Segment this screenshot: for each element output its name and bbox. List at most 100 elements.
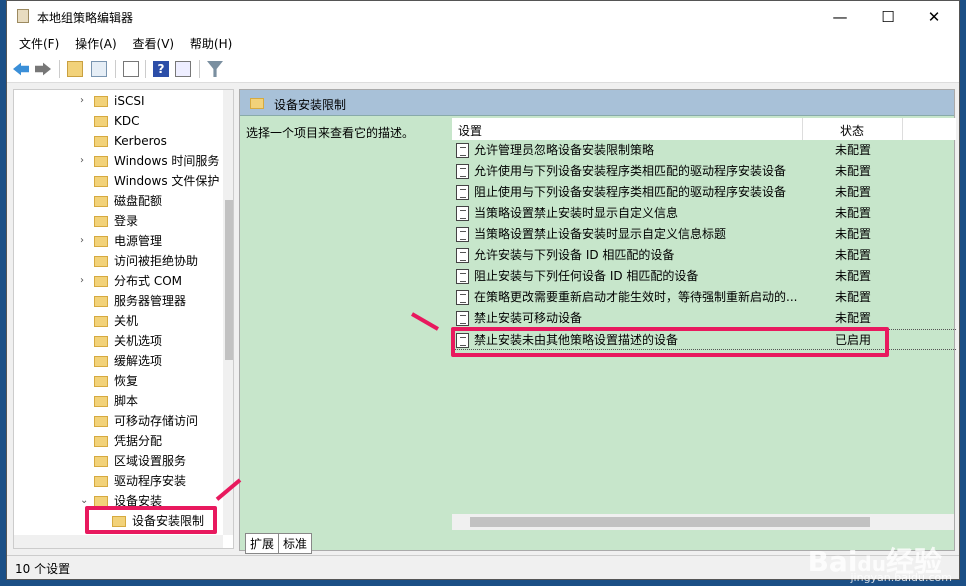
tree-item[interactable]: 访问被拒绝协助	[80, 251, 223, 271]
tree-item[interactable]: KDC	[80, 111, 223, 131]
policy-setting-icon	[456, 248, 469, 263]
setting-name: 允许管理员忽略设备安装限制策略	[474, 143, 655, 157]
folder-icon	[94, 376, 108, 387]
tree-item[interactable]: 脚本	[80, 391, 223, 411]
setting-state: 未配置	[835, 269, 872, 283]
policy-setting-icon	[456, 164, 469, 179]
menu-file[interactable]: 文件(F)	[19, 33, 59, 55]
tree-item-label: 关机	[114, 314, 139, 328]
tab-extended[interactable]: 扩展	[245, 533, 280, 554]
setting-state: 未配置	[835, 164, 872, 178]
forward-icon[interactable]	[35, 62, 51, 76]
folder-icon	[94, 356, 108, 367]
chevron-right-icon[interactable]: ›	[80, 91, 90, 111]
window: 本地组策略编辑器 — ☐ ✕ 文件(F) 操作(A) 查看(V) 帮助(H) ?…	[6, 0, 960, 580]
tab-standard[interactable]: 标准	[278, 533, 313, 554]
folder-icon	[250, 98, 264, 109]
setting-name: 当策略设置禁止安装时显示自定义信息	[474, 206, 679, 220]
tree-item-label: 区域设置服务	[114, 454, 187, 468]
setting-name: 允许使用与下列设备安装程序类相匹配的驱动程序安装设备	[474, 164, 787, 178]
menu-bar: 文件(F) 操作(A) 查看(V) 帮助(H)	[7, 33, 959, 55]
tree-item[interactable]: Windows 文件保护	[80, 171, 223, 191]
list-item[interactable]: 允许管理员忽略设备安装限制策略 未配置	[452, 140, 956, 161]
tree-item-label: 访问被拒绝协助	[114, 254, 199, 268]
tree-item[interactable]: 服务器管理器	[80, 291, 223, 311]
up-folder-icon[interactable]	[67, 61, 83, 77]
pane-header: 设备安装限制	[240, 90, 954, 116]
list-horizontal-scrollbar[interactable]	[452, 514, 954, 530]
setting-name: 当策略设置禁止设备安装时显示自定义信息标题	[474, 227, 727, 241]
close-button[interactable]: ✕	[911, 5, 957, 29]
highlight-box-selected-setting	[451, 327, 889, 357]
list-item[interactable]: 在策略更改需要重新启动才能生效时，等待强制重新启动的... 未配置	[452, 287, 956, 308]
tree-item[interactable]: 恢复	[80, 371, 223, 391]
tree-item[interactable]: 驱动程序安装	[80, 471, 223, 491]
tree-item[interactable]: 可移动存储访问	[80, 411, 223, 431]
tree-item-label: 分布式 COM	[114, 274, 182, 288]
export-list-icon[interactable]	[123, 61, 139, 77]
column-state[interactable]: 状态	[840, 122, 864, 139]
list-item[interactable]: 允许使用与下列设备安装程序类相匹配的驱动程序安装设备 未配置	[452, 161, 956, 182]
folder-icon	[94, 476, 108, 487]
tree-item[interactable]: › 电源管理	[80, 231, 223, 251]
tree-item[interactable]: › iSCSI	[80, 91, 223, 111]
list-item[interactable]: 阻止使用与下列设备安装程序类相匹配的驱动程序安装设备 未配置	[452, 182, 956, 203]
setting-state: 未配置	[835, 206, 872, 220]
tree-item-label: 凭据分配	[114, 434, 163, 448]
tree-item[interactable]: 区域设置服务	[80, 451, 223, 471]
list-item[interactable]: 当策略设置禁止设备安装时显示自定义信息标题 未配置	[452, 224, 956, 245]
list-item[interactable]: 当策略设置禁止安装时显示自定义信息 未配置	[452, 203, 956, 224]
chevron-right-icon[interactable]: ›	[80, 271, 90, 291]
chevron-right-icon[interactable]: ›	[80, 151, 90, 171]
tree-item[interactable]: 登录	[80, 211, 223, 231]
gpedit-app-icon	[17, 9, 29, 23]
tree-item-label: 电源管理	[114, 234, 163, 248]
show-action-pane-icon[interactable]	[175, 61, 191, 77]
tree-item[interactable]: Kerberos	[80, 131, 223, 151]
policy-setting-icon	[456, 311, 469, 326]
tree-item-label: 关机选项	[114, 334, 163, 348]
column-setting[interactable]: 设置	[458, 122, 482, 139]
policy-setting-icon	[456, 227, 469, 242]
menu-help[interactable]: 帮助(H)	[190, 33, 232, 55]
folder-icon	[94, 96, 108, 107]
tree-item-label: 缓解选项	[114, 354, 163, 368]
policy-setting-icon	[456, 290, 469, 305]
filter-icon[interactable]	[207, 61, 223, 77]
policy-setting-icon	[456, 269, 469, 284]
menu-action[interactable]: 操作(A)	[75, 33, 117, 55]
folder-icon	[94, 216, 108, 227]
tree-horizontal-scrollbar[interactable]	[14, 535, 223, 548]
tree-vertical-scrollbar[interactable]	[223, 90, 233, 535]
tree-item[interactable]: 凭据分配	[80, 431, 223, 451]
setting-state: 未配置	[835, 311, 872, 325]
tree-item[interactable]: 关机	[80, 311, 223, 331]
folder-icon	[94, 116, 108, 127]
tree-item[interactable]: › 分布式 COM	[80, 271, 223, 291]
back-icon[interactable]	[13, 62, 29, 76]
help-icon[interactable]: ?	[153, 61, 169, 77]
folder-icon	[94, 196, 108, 207]
maximize-button[interactable]: ☐	[865, 5, 911, 29]
list-item[interactable]: 禁止安装可移动设备 未配置	[452, 308, 956, 329]
list-item[interactable]: 允许安装与下列设备 ID 相匹配的设备 未配置	[452, 245, 956, 266]
list-item[interactable]: 阻止安装与下列任何设备 ID 相匹配的设备 未配置	[452, 266, 956, 287]
minimize-button[interactable]: —	[817, 5, 863, 29]
tree-item-label: 驱动程序安装	[114, 474, 187, 488]
tree-item[interactable]: 缓解选项	[80, 351, 223, 371]
tree-item[interactable]: 关机选项	[80, 331, 223, 351]
tree-item[interactable]: 磁盘配额	[80, 191, 223, 211]
show-hide-tree-icon[interactable]	[91, 61, 107, 77]
title-bar: 本地组策略编辑器 — ☐ ✕	[7, 1, 959, 33]
setting-state: 未配置	[835, 143, 872, 157]
chevron-right-icon[interactable]: ›	[80, 231, 90, 251]
setting-state: 未配置	[835, 227, 872, 241]
setting-name: 禁止安装可移动设备	[474, 311, 583, 325]
folder-icon	[94, 296, 108, 307]
tree-item[interactable]: › Windows 时间服务	[80, 151, 223, 171]
folder-icon	[94, 256, 108, 267]
menu-view[interactable]: 查看(V)	[133, 33, 175, 55]
folder-icon	[94, 436, 108, 447]
window-title: 本地组策略编辑器	[37, 11, 134, 25]
folder-icon	[94, 316, 108, 327]
